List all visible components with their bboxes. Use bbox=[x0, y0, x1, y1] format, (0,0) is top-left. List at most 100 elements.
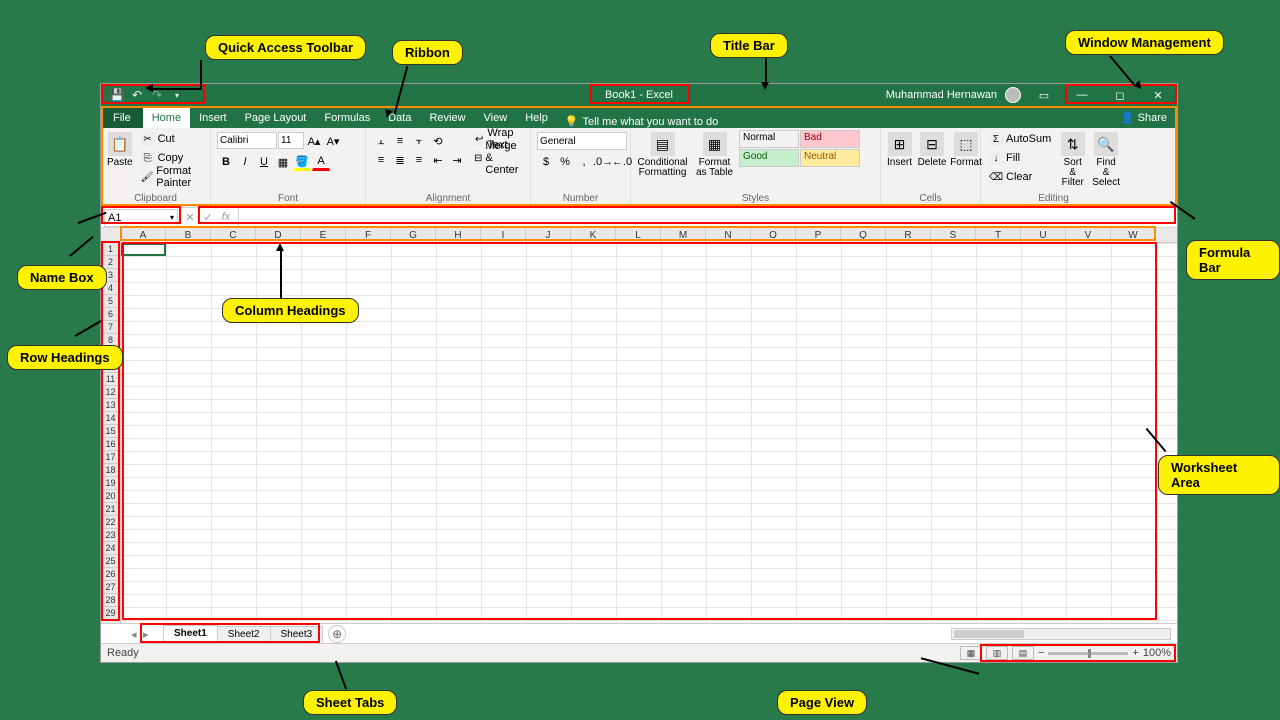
column-heading[interactable]: U bbox=[1021, 228, 1066, 242]
row-heading[interactable]: 1 bbox=[101, 243, 120, 256]
increase-indent-icon[interactable]: ⇥ bbox=[448, 151, 466, 169]
italic-button[interactable]: I bbox=[236, 153, 254, 171]
tab-view[interactable]: View bbox=[475, 108, 517, 128]
column-heading[interactable]: V bbox=[1066, 228, 1111, 242]
row-heading[interactable]: 16 bbox=[101, 438, 120, 451]
row-heading[interactable]: 14 bbox=[101, 412, 120, 425]
cancel-formula-icon[interactable]: ✕ bbox=[182, 211, 198, 224]
style-neutral[interactable]: Neutral bbox=[800, 149, 860, 167]
zoom-out-button[interactable]: − bbox=[1038, 647, 1044, 659]
tab-page-layout[interactable]: Page Layout bbox=[236, 108, 316, 128]
select-all-corner[interactable] bbox=[101, 228, 121, 242]
page-layout-view-button[interactable]: ▥ bbox=[986, 646, 1008, 660]
column-heading[interactable]: A bbox=[121, 228, 166, 242]
save-icon[interactable]: 💾 bbox=[109, 87, 125, 103]
autosum-button[interactable]: ΣAutoSum bbox=[985, 130, 1055, 148]
minimize-icon[interactable]: — bbox=[1067, 84, 1097, 106]
horizontal-scrollbar[interactable] bbox=[951, 628, 1171, 640]
zoom-in-button[interactable]: + bbox=[1132, 647, 1138, 659]
row-heading[interactable]: 21 bbox=[101, 503, 120, 516]
undo-icon[interactable]: ↶ bbox=[129, 87, 145, 103]
zoom-level[interactable]: 100% bbox=[1143, 647, 1171, 659]
row-heading[interactable]: 29 bbox=[101, 607, 120, 620]
style-bad[interactable]: Bad bbox=[800, 130, 860, 148]
row-heading[interactable]: 27 bbox=[101, 581, 120, 594]
row-heading[interactable]: 23 bbox=[101, 529, 120, 542]
column-heading[interactable]: K bbox=[571, 228, 616, 242]
column-heading[interactable]: E bbox=[301, 228, 346, 242]
tab-insert[interactable]: Insert bbox=[190, 108, 236, 128]
decrease-indent-icon[interactable]: ⇤ bbox=[429, 151, 447, 169]
row-heading[interactable]: 20 bbox=[101, 490, 120, 503]
column-heading[interactable]: L bbox=[616, 228, 661, 242]
align-top-icon[interactable]: ⫠ bbox=[372, 132, 390, 150]
normal-view-button[interactable]: ▦ bbox=[960, 646, 982, 660]
conditional-formatting-button[interactable]: ▤Conditional Formatting bbox=[635, 130, 690, 180]
tab-help[interactable]: Help bbox=[516, 108, 557, 128]
column-heading[interactable]: R bbox=[886, 228, 931, 242]
border-button[interactable]: ▦ bbox=[274, 153, 292, 171]
column-heading[interactable]: Q bbox=[841, 228, 886, 242]
column-heading[interactable]: J bbox=[526, 228, 571, 242]
font-size-input[interactable] bbox=[278, 132, 304, 149]
ribbon-display-icon[interactable]: ▭ bbox=[1029, 84, 1059, 106]
increase-font-icon[interactable]: A▴ bbox=[305, 132, 323, 150]
align-left-icon[interactable]: ≡ bbox=[372, 151, 390, 169]
decrease-font-icon[interactable]: A▾ bbox=[324, 132, 342, 150]
formula-bar[interactable] bbox=[238, 209, 1177, 227]
row-heading[interactable]: 19 bbox=[101, 477, 120, 490]
sheet-nav-next-icon[interactable]: ▸ bbox=[143, 628, 155, 640]
column-heading[interactable]: B bbox=[166, 228, 211, 242]
row-heading[interactable]: 24 bbox=[101, 542, 120, 555]
row-heading[interactable]: 12 bbox=[101, 386, 120, 399]
row-heading[interactable]: 18 bbox=[101, 464, 120, 477]
close-icon[interactable]: ✕ bbox=[1143, 84, 1173, 106]
row-heading[interactable]: 28 bbox=[101, 594, 120, 607]
user-avatar-icon[interactable] bbox=[1005, 87, 1021, 103]
align-center-icon[interactable]: ≣ bbox=[391, 151, 409, 169]
increase-decimal-icon[interactable]: .0→ bbox=[594, 153, 612, 171]
column-heading[interactable]: H bbox=[436, 228, 481, 242]
tab-formulas[interactable]: Formulas bbox=[315, 108, 379, 128]
row-heading[interactable]: 7 bbox=[101, 321, 120, 334]
sheet-tab-2[interactable]: Sheet2 bbox=[217, 626, 271, 642]
insert-function-icon[interactable]: fx bbox=[218, 211, 234, 224]
style-good[interactable]: Good bbox=[739, 149, 799, 167]
sort-filter-button[interactable]: ⇅Sort & Filter bbox=[1057, 130, 1088, 190]
add-sheet-button[interactable]: ⊕ bbox=[328, 625, 346, 643]
comma-icon[interactable]: , bbox=[575, 153, 593, 171]
align-bottom-icon[interactable]: ⫟ bbox=[410, 132, 428, 150]
row-heading[interactable]: 6 bbox=[101, 308, 120, 321]
align-right-icon[interactable]: ≡ bbox=[410, 151, 428, 169]
sheet-nav-prev-icon[interactable]: ◂ bbox=[131, 628, 143, 640]
merge-center-button[interactable]: ⊟Merge & Center bbox=[470, 149, 528, 167]
format-painter-button[interactable]: 🖌Format Painter bbox=[137, 168, 206, 186]
column-heading[interactable]: O bbox=[751, 228, 796, 242]
zoom-slider[interactable] bbox=[1048, 652, 1128, 655]
column-heading[interactable]: D bbox=[256, 228, 301, 242]
number-format-input[interactable] bbox=[537, 132, 627, 150]
column-heading[interactable]: P bbox=[796, 228, 841, 242]
bold-button[interactable]: B bbox=[217, 153, 235, 171]
fill-button[interactable]: ↓Fill bbox=[985, 149, 1055, 167]
row-heading[interactable]: 13 bbox=[101, 399, 120, 412]
format-as-table-button[interactable]: ▦Format as Table bbox=[692, 130, 737, 180]
percent-icon[interactable]: % bbox=[556, 153, 574, 171]
row-heading[interactable]: 22 bbox=[101, 516, 120, 529]
style-normal[interactable]: Normal bbox=[739, 130, 799, 148]
maximize-icon[interactable]: ◻ bbox=[1105, 84, 1135, 106]
row-heading[interactable]: 26 bbox=[101, 568, 120, 581]
decrease-decimal-icon[interactable]: ←.0 bbox=[613, 153, 631, 171]
tab-file[interactable]: File bbox=[101, 108, 143, 128]
tell-me-search[interactable]: 💡Tell me what you want to do bbox=[557, 115, 726, 128]
active-cell[interactable] bbox=[121, 243, 166, 256]
orientation-icon[interactable]: ⟲ bbox=[429, 132, 447, 150]
format-cells-button[interactable]: ⬚Format bbox=[950, 130, 982, 170]
clear-button[interactable]: ⌫Clear bbox=[985, 168, 1055, 186]
font-name-input[interactable] bbox=[217, 132, 277, 149]
tab-review[interactable]: Review bbox=[420, 108, 474, 128]
row-heading[interactable]: 5 bbox=[101, 295, 120, 308]
share-button[interactable]: 👤 Share bbox=[1111, 107, 1177, 128]
column-heading[interactable]: I bbox=[481, 228, 526, 242]
sheet-tab-1[interactable]: Sheet1 bbox=[163, 625, 218, 643]
